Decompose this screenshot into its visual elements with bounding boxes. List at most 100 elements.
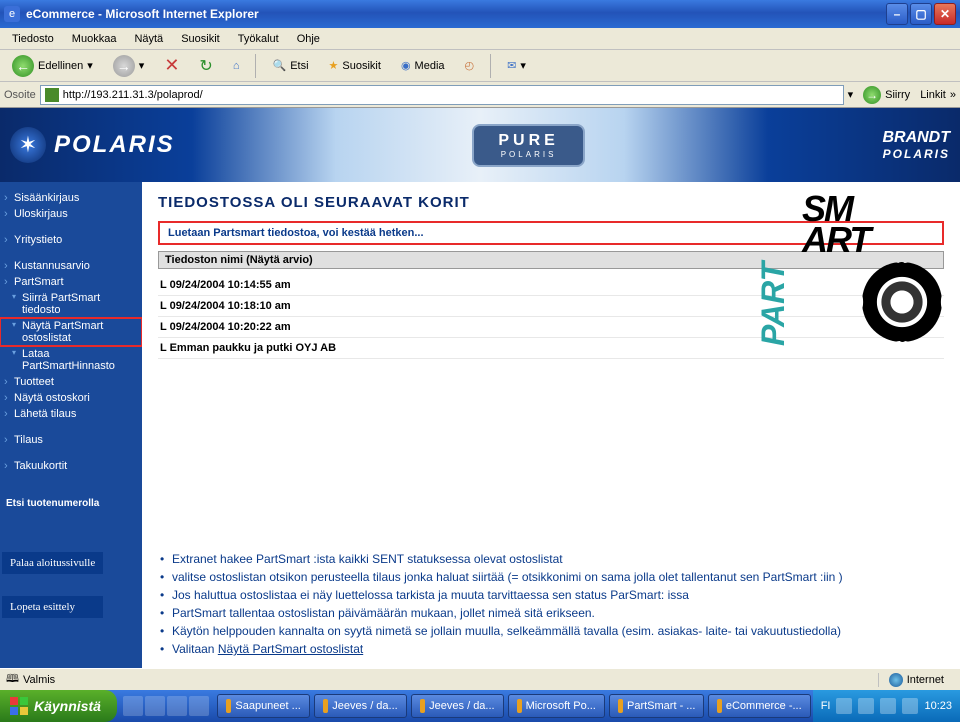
app-icon (323, 699, 328, 713)
media-icon: ◉ (401, 59, 411, 72)
sidebar-item-partsmart[interactable]: PartSmart (0, 274, 142, 290)
back-label: Edellinen (38, 60, 83, 72)
back-icon: ← (12, 55, 34, 77)
sidebar-item-estimate[interactable]: Kustannusarvio (0, 258, 142, 274)
maximize-button[interactable]: ▢ (910, 3, 932, 25)
app-icon (226, 699, 231, 713)
return-start-button[interactable]: Palaa aloitussivulle (2, 552, 103, 574)
pure-subtext: POLARIS (501, 150, 557, 159)
quick-launch (117, 696, 215, 716)
task-button[interactable]: Microsoft Po... (508, 694, 605, 718)
menu-tools[interactable]: Työkalut (230, 31, 287, 47)
ql-icon[interactable] (123, 696, 143, 716)
taskbar: Käynnistä Saapuneet ... Jeeves / da... J… (0, 690, 960, 722)
chevron-right-icon[interactable]: » (950, 89, 956, 101)
task-button[interactable]: Jeeves / da... (314, 694, 407, 718)
history-icon: ◴ (465, 59, 475, 72)
ql-icon[interactable] (167, 696, 187, 716)
sidebar-item-logout[interactable]: Uloskirjaus (0, 206, 142, 222)
x-icon: ✕ (164, 55, 179, 76)
sidebar-item-company[interactable]: Yritystieto (0, 232, 142, 248)
system-tray: FI 10:23 (813, 690, 960, 722)
start-button[interactable]: Käynnistä (0, 690, 117, 722)
task-button[interactable]: Jeeves / da... (411, 694, 504, 718)
minimize-button[interactable]: – (886, 3, 908, 25)
tray-icon[interactable] (858, 698, 874, 714)
menu-view[interactable]: Näytä (126, 31, 171, 47)
url-input[interactable]: http://193.211.31.3/polaprod/ (40, 85, 844, 105)
sidebar-item-send-order[interactable]: Lähetä tilaus (0, 406, 142, 422)
go-label: Siirry (885, 89, 910, 101)
address-label: Osoite (4, 89, 36, 101)
zone-label: Internet (907, 674, 944, 686)
task-button[interactable]: Saapuneet ... (217, 694, 310, 718)
sidebar-item-order[interactable]: Tilaus (0, 432, 142, 448)
tray-icon[interactable] (836, 698, 852, 714)
menu-file[interactable]: Tiedosto (4, 31, 62, 47)
menu-edit[interactable]: Muokkaa (64, 31, 125, 47)
overlay-link[interactable]: Näytä PartSmart ostoslistat (218, 642, 363, 656)
close-button[interactable]: ✕ (934, 3, 956, 25)
sidebar-item-transfer[interactable]: Siirrä PartSmart tiedosto (0, 290, 142, 318)
mail-button[interactable]: ✉▾ (499, 57, 534, 74)
forward-icon: → (113, 55, 135, 77)
favorites-button[interactable]: ★Suosikit (321, 57, 389, 74)
status-done: Valmis (23, 674, 55, 686)
home-button[interactable]: ⌂ (225, 58, 248, 74)
sidebar-item-cart[interactable]: Näytä ostoskori (0, 390, 142, 406)
task-button[interactable]: eCommerce -... (708, 694, 810, 718)
mail-icon: ✉ (507, 59, 516, 72)
url-text: http://193.211.31.3/polaprod/ (63, 89, 203, 101)
overlay-notes: Extranet hakee PartSmart :ista kaikki SE… (142, 540, 960, 668)
status-text: 🕮 (6, 670, 19, 689)
end-demo-button[interactable]: Lopeta esittely (2, 596, 103, 618)
brand-banner: ✶ POLARIS PURE POLARIS BRANDT POLARIS (0, 108, 960, 182)
pure-badge: PURE POLARIS (472, 124, 584, 167)
history-button[interactable]: ◴ (457, 57, 483, 74)
search-button[interactable]: 🔍Etsi (264, 57, 316, 74)
sidebar-item-products[interactable]: Tuotteet (0, 374, 142, 390)
sidebar-item-download[interactable]: Lataa PartSmartHinnasto (0, 346, 142, 374)
back-button[interactable]: ← Edellinen ▾ (4, 53, 101, 79)
lang-indicator[interactable]: FI (821, 700, 831, 712)
globe-icon (889, 673, 903, 687)
task-button[interactable]: PartSmart - ... (609, 694, 705, 718)
refresh-icon: ↻ (199, 56, 212, 76)
address-bar: Osoite http://193.211.31.3/polaprod/ ▾ →… (0, 82, 960, 108)
chevron-down-icon[interactable]: ▾ (848, 88, 854, 101)
forward-button[interactable]: → ▾ (105, 53, 153, 79)
sidebar-item-show-lists[interactable]: Näytä PartSmart ostoslistat (0, 318, 142, 346)
chevron-down-icon: ▾ (520, 59, 526, 72)
app-icon (420, 699, 425, 713)
menu-favorites[interactable]: Suosikit (173, 31, 228, 47)
tray-icon[interactable] (880, 698, 896, 714)
stop-button[interactable]: ✕ (156, 53, 187, 78)
ql-icon[interactable] (189, 696, 209, 716)
overlay-buttons: Palaa aloitussivulle Lopeta esittely (2, 552, 103, 618)
clock[interactable]: 10:23 (924, 700, 952, 712)
media-label: Media (415, 60, 445, 72)
start-label: Käynnistä (34, 698, 101, 714)
star-icon: ✶ (10, 127, 46, 163)
task-label: eCommerce -... (726, 700, 802, 712)
status-zone: Internet (878, 673, 954, 687)
pure-text: PURE (498, 132, 558, 150)
sidebar-item-login[interactable]: Sisäänkirjaus (0, 190, 142, 206)
tray-icon[interactable] (902, 698, 918, 714)
app-icon (618, 699, 623, 713)
part-text: PART (755, 262, 792, 346)
ie-icon: e (4, 6, 20, 22)
links-label[interactable]: Linkit (920, 89, 946, 101)
partsmart-logo: SM ART PART (802, 194, 942, 354)
window-titlebar: e eCommerce - Microsoft Internet Explore… (0, 0, 960, 28)
sidebar-item-warranty[interactable]: Takuukortit (0, 458, 142, 474)
ql-icon[interactable] (145, 696, 165, 716)
polaris-logo: ✶ POLARIS (10, 127, 175, 163)
media-button[interactable]: ◉ Media (393, 57, 453, 74)
home-icon: ⌂ (233, 60, 240, 72)
menu-help[interactable]: Ohje (289, 31, 328, 47)
go-button[interactable]: → Siirry (857, 86, 916, 104)
overlay-bullet: Extranet hakee PartSmart :ista kaikki SE… (158, 550, 944, 568)
refresh-button[interactable]: ↻ (191, 54, 220, 78)
star-icon: ★ (329, 59, 339, 72)
